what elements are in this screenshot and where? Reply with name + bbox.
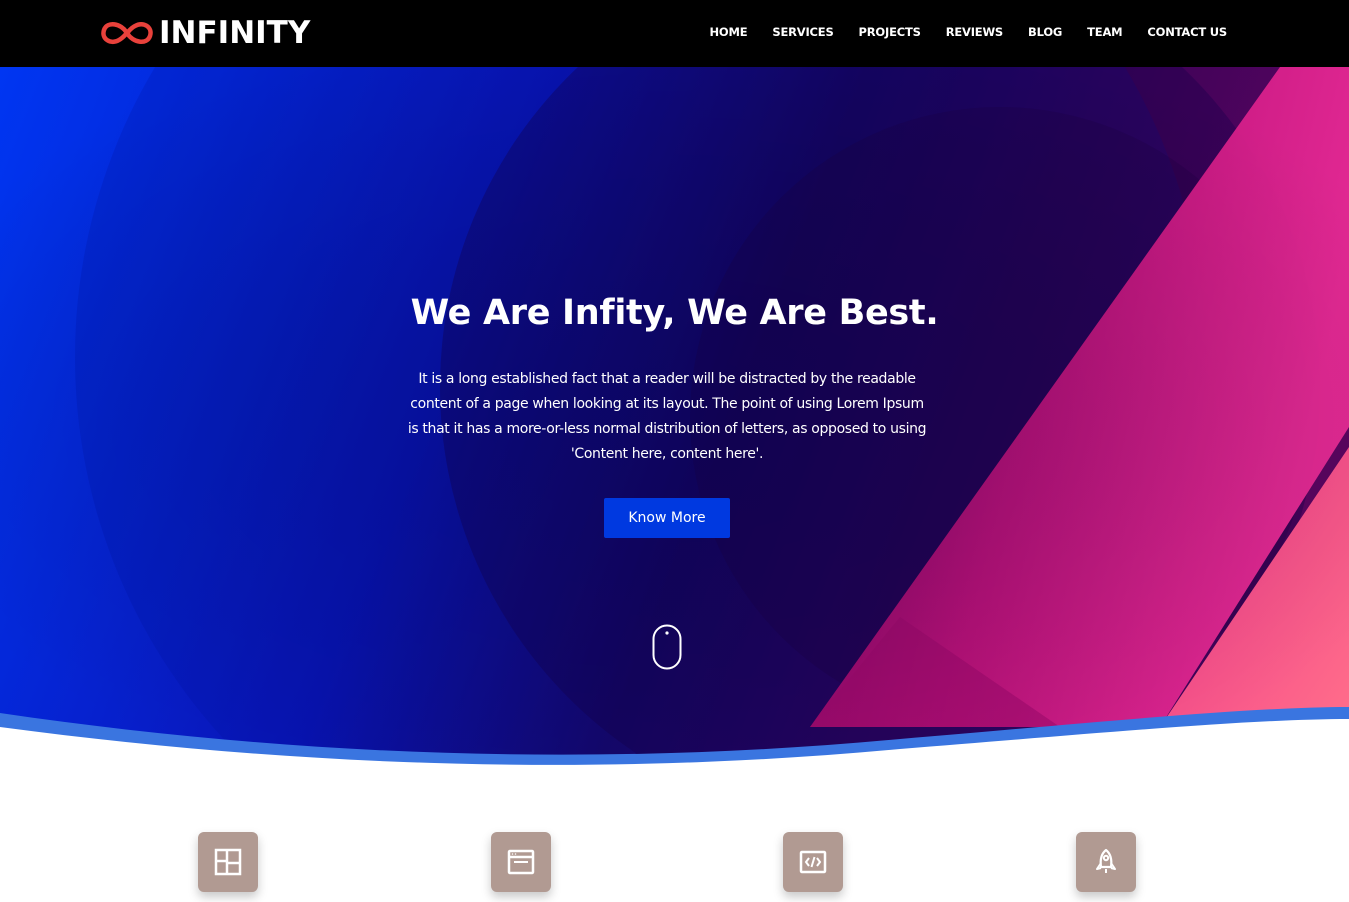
nav-item-services[interactable]: SERVICES xyxy=(772,22,833,42)
nav-item-contact-us[interactable]: CONTACT US xyxy=(1147,22,1227,42)
nav-item-blog[interactable]: BLOG xyxy=(1028,22,1062,42)
layout-icon xyxy=(214,848,242,876)
hero-description: It is a long established fact that a rea… xyxy=(407,371,927,462)
hero-section: We Are Infity, We Are Best. It is a long… xyxy=(0,67,1349,767)
navbar: INFINITY HOME SERVICES PROJECTS REVIEWS … xyxy=(0,0,1349,67)
feature-code-button[interactable] xyxy=(783,832,843,892)
hero-title: We Are Infity, We Are Best. xyxy=(410,293,939,333)
browser-window-icon xyxy=(507,849,535,875)
code-icon xyxy=(799,850,827,874)
nav-item-projects[interactable]: PROJECTS xyxy=(859,22,921,42)
nav-item-team[interactable]: TEAM xyxy=(1087,22,1122,42)
feature-browser-button[interactable] xyxy=(491,832,551,892)
brand-logo[interactable]: INFINITY xyxy=(99,14,310,52)
features-section xyxy=(0,830,1349,902)
brand-name: INFINITY xyxy=(159,15,311,51)
rocket-icon xyxy=(1096,848,1116,873)
nav-item-home[interactable]: HOME xyxy=(709,22,747,42)
nav-item-reviews[interactable]: REVIEWS xyxy=(946,22,1004,42)
infinity-icon xyxy=(101,21,153,45)
feature-rocket-button[interactable] xyxy=(1076,832,1136,892)
main-nav: HOME SERVICES PROJECTS REVIEWS BLOG TEAM… xyxy=(684,22,1227,42)
mouse-icon[interactable] xyxy=(652,624,682,670)
feature-layout-button[interactable] xyxy=(198,832,258,892)
know-more-button[interactable]: Know More xyxy=(604,498,730,538)
